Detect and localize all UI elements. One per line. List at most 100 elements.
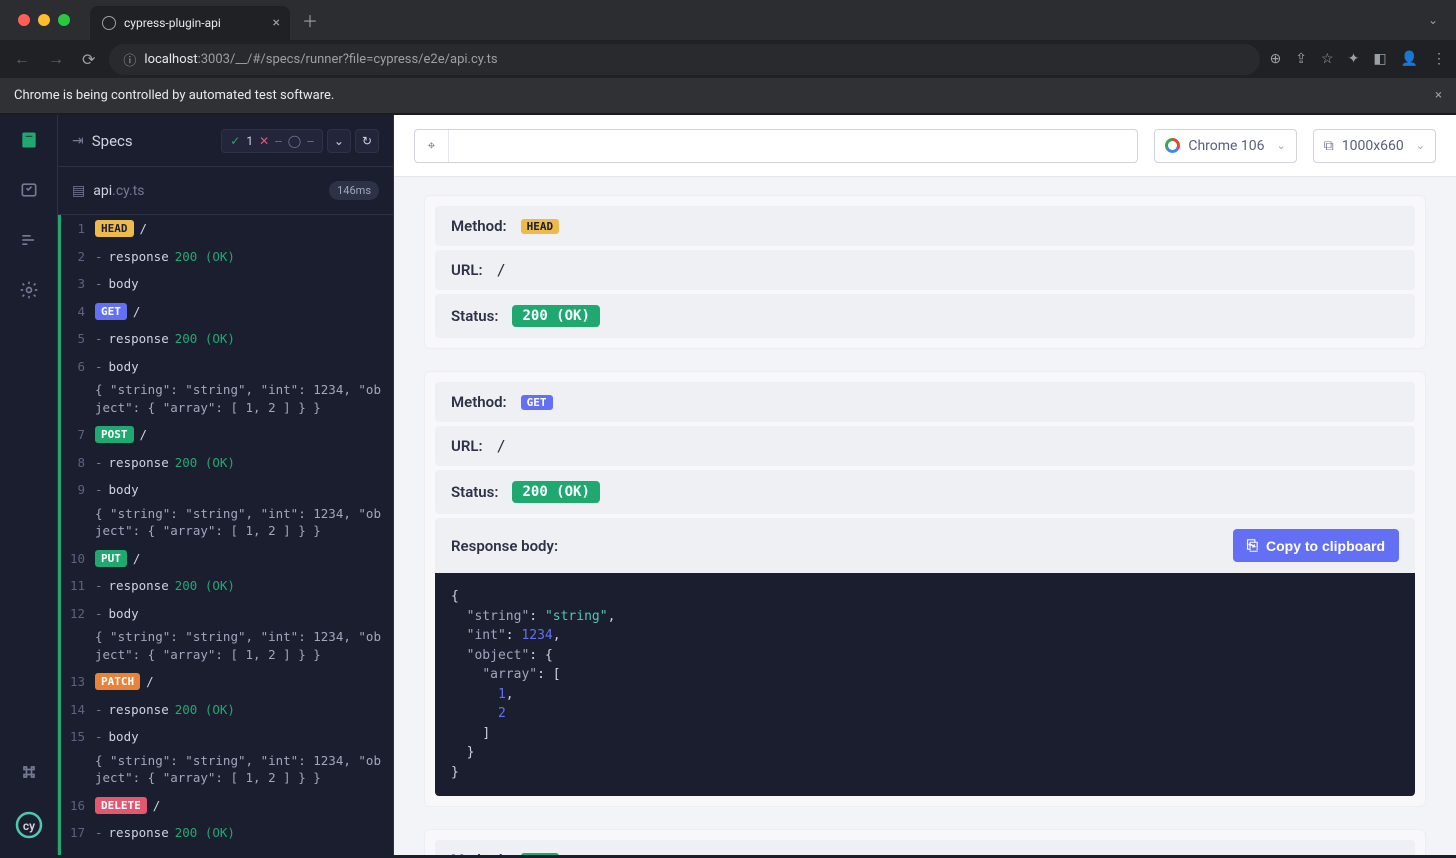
cypress-favicon-icon (102, 16, 116, 30)
pending-icon: ◯ (288, 134, 301, 148)
method-label: Method: (451, 217, 507, 235)
zoom-icon[interactable]: ⊕ (1270, 51, 1282, 67)
nav-rail: cy (0, 115, 58, 855)
method-badge: GET (95, 303, 127, 320)
specs-tab-icon[interactable] (18, 129, 40, 151)
infobar-close-icon[interactable]: × (1435, 88, 1442, 103)
url-bar[interactable]: ⓘ localhost:3003/__/#/specs/runner?file=… (109, 44, 1259, 75)
file-ext: .cy.ts (112, 183, 144, 199)
log-content: -response 200 (OK) (95, 701, 235, 719)
log-line-number: 17 (69, 824, 95, 842)
tabs-dropdown-icon[interactable]: ⌄ (1428, 13, 1438, 27)
bookmark-icon[interactable]: ☆ (1321, 51, 1334, 67)
sidebar-header: ⇥ Specs ✓ 1 ✕ -- ◯ -- ⌄ ↻ (58, 115, 393, 167)
method-label: Method: (451, 393, 507, 411)
viewport-label: 1000x660 (1342, 138, 1404, 154)
log-row[interactable]: 10PUT/ (61, 545, 393, 573)
file-name: api (93, 183, 112, 199)
selector-playground-icon[interactable]: ⌖ (415, 130, 449, 162)
log-line-number: 1 (69, 220, 95, 238)
log-content: HEAD/ (95, 220, 147, 238)
log-row[interactable]: 13PATCH/ (61, 668, 393, 696)
browser-selector[interactable]: Chrome 106 ⌄ (1154, 129, 1296, 163)
chevron-down-icon: ⌄ (1277, 139, 1286, 152)
aut-url-input[interactable] (449, 130, 1137, 162)
method-badge: PATCH (95, 673, 140, 690)
log-row[interactable]: 15-body { "string": "string", "int": 123… (61, 723, 393, 792)
tab-close-icon[interactable]: × (273, 15, 280, 31)
runner-toolbar: ⌖ Chrome 106 ⌄ ⧉ 1000x660 ⌄ (394, 115, 1456, 177)
status-value: 200 (OK) (512, 305, 599, 327)
log-row[interactable]: 8-response 200 (OK) (61, 449, 393, 477)
viewport-selector[interactable]: ⧉ 1000x660 ⌄ (1313, 129, 1436, 163)
log-row[interactable]: 7POST/ (61, 421, 393, 449)
browser-toolbar: ← → ⟳ ⓘ localhost:3003/__/#/specs/runner… (0, 40, 1456, 78)
log-row[interactable]: 2-response 200 (OK) (61, 243, 393, 271)
debug-tab-icon[interactable] (18, 229, 40, 251)
kebab-menu-icon[interactable]: ⋮ (1432, 51, 1446, 67)
site-info-icon[interactable]: ⓘ (123, 50, 136, 69)
profile-icon[interactable]: 👤 (1401, 51, 1418, 67)
log-row[interactable]: 1HEAD/ (61, 215, 393, 243)
log-content: -response 200 (OK) (95, 248, 235, 266)
window-minimize-icon[interactable] (38, 14, 50, 26)
forward-icon: → (44, 45, 68, 73)
rerun-button[interactable]: ↻ (355, 129, 379, 153)
browser-label: Chrome 106 (1188, 138, 1264, 154)
log-row[interactable]: 17-response 200 (OK) (61, 819, 393, 847)
browser-tab[interactable]: cypress-plugin-api × (90, 6, 290, 40)
window-maximize-icon[interactable] (58, 14, 70, 26)
log-row[interactable]: 3-body (61, 270, 393, 298)
log-content: -body { "string": "string", "int": 1234,… (95, 358, 383, 417)
method-badge: HEAD (95, 220, 134, 237)
url-path: :3003/__/#/specs/runner?file=cypress/e2e… (198, 52, 498, 67)
log-content: -response 200 (OK) (95, 454, 235, 472)
log-line-number: 9 (69, 481, 95, 540)
log-row[interactable]: 5-response 200 (OK) (61, 325, 393, 353)
reload-icon[interactable]: ⟳ (78, 46, 99, 73)
log-content: -body (95, 852, 139, 856)
spec-file-row[interactable]: ▤ api.cy.ts 146ms (58, 167, 393, 215)
runs-tab-icon[interactable] (18, 179, 40, 201)
log-content: -body { "string": "string", "int": 1234,… (95, 605, 383, 664)
url-value: / (497, 437, 506, 455)
method-badge: PUT (95, 550, 127, 567)
log-line-number: 16 (69, 797, 95, 815)
viewport-icon: ⧉ (1324, 138, 1334, 154)
pass-icon: ✓ (230, 134, 240, 148)
status-value: 200 (OK) (512, 481, 599, 503)
side-panel-icon[interactable]: ◧ (1373, 51, 1386, 67)
copy-button[interactable]: ⎘Copy to clipboard (1233, 529, 1399, 562)
options-dropdown[interactable]: ⌄ (327, 129, 351, 153)
log-row[interactable]: 4GET/ (61, 298, 393, 326)
run-stats: ✓ 1 ✕ -- ◯ -- ⌄ ↻ (221, 129, 379, 153)
spec-duration: 146ms (329, 181, 379, 200)
command-log: 1HEAD/2-response 200 (OK)3-body4GET/5-re… (58, 215, 393, 855)
automation-infobar: Chrome is being controlled by automated … (0, 78, 1456, 114)
window-close-icon[interactable] (18, 14, 30, 26)
extensions-icon[interactable]: ✦ (1348, 51, 1360, 67)
log-row[interactable]: 9-body { "string": "string", "int": 1234… (61, 476, 393, 545)
url-value: / (497, 261, 506, 279)
aut-url-bar[interactable]: ⌖ (414, 129, 1138, 163)
log-row[interactable]: 6-body { "string": "string", "int": 1234… (61, 353, 393, 422)
log-row[interactable]: 14-response 200 (OK) (61, 696, 393, 724)
log-row[interactable]: 16DELETE/ (61, 792, 393, 820)
log-content: POST/ (95, 426, 147, 444)
log-line-number: 8 (69, 454, 95, 472)
log-line-number: 2 (69, 248, 95, 266)
status-label: Status: (451, 307, 498, 325)
new-tab-button[interactable]: ＋ (302, 8, 318, 32)
log-row[interactable]: 12-body { "string": "string", "int": 123… (61, 600, 393, 669)
share-icon[interactable]: ⇪ (1295, 51, 1307, 67)
sidebar-title[interactable]: ⇥ Specs (72, 132, 133, 150)
back-icon[interactable]: ← (10, 45, 34, 73)
keyboard-shortcuts-icon[interactable] (18, 761, 40, 783)
cypress-logo-icon[interactable]: cy (15, 811, 43, 839)
log-row[interactable]: 18-body (61, 847, 393, 856)
expand-icon: ⇥ (72, 133, 84, 149)
file-icon: ▤ (72, 183, 85, 199)
log-content: -body { "string": "string", "int": 1234,… (95, 481, 383, 540)
log-row[interactable]: 11-response 200 (OK) (61, 572, 393, 600)
settings-tab-icon[interactable] (18, 279, 40, 301)
